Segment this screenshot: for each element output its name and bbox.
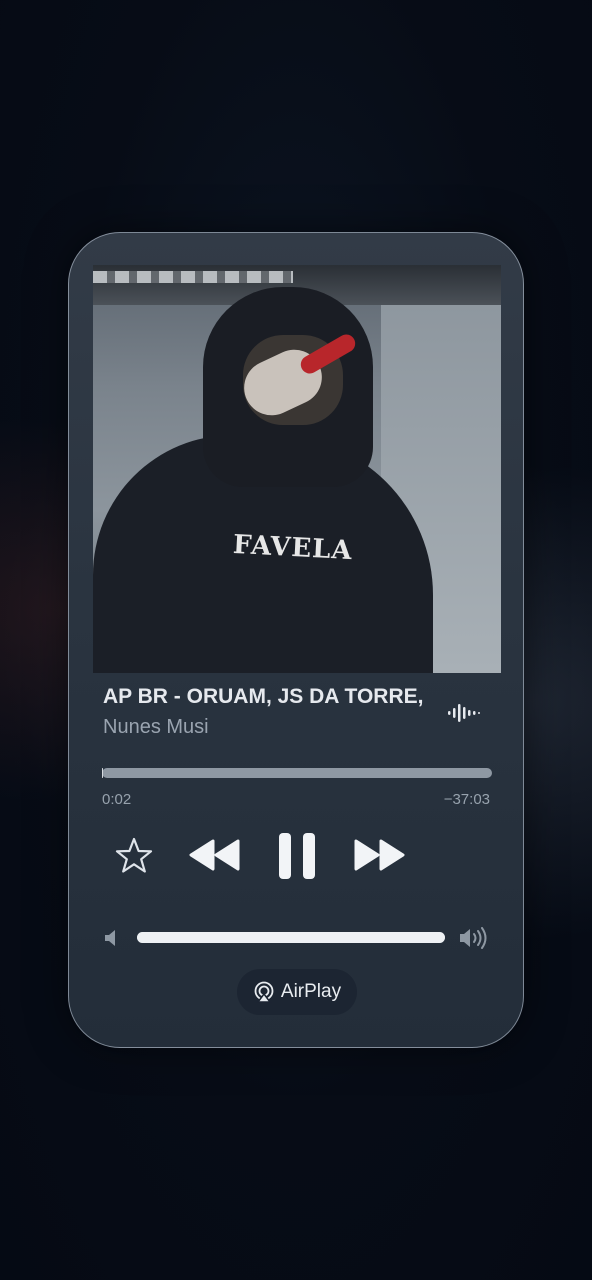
track-title-row: AP BR - ORUAM, JS DA TORRE, <box>103 685 493 715</box>
pause-button[interactable] <box>273 829 321 883</box>
star-icon <box>115 837 153 873</box>
elapsed-time: 0:02 <box>102 791 132 808</box>
now-playing-card: FAVELA AP BR - ORUAM, JS DA TORRE, Nunes… <box>68 232 524 1048</box>
volume-high-icon <box>460 927 487 949</box>
airplay-label: AirPlay <box>280 981 342 1002</box>
airplay-button[interactable]: AirPlay <box>237 969 357 1015</box>
audio-waveform-icon[interactable] <box>447 703 481 723</box>
remaining-time: −37:03 <box>443 791 490 808</box>
volume-slider[interactable] <box>137 932 445 943</box>
airplay-icon <box>254 981 274 1003</box>
progress-slider[interactable] <box>102 768 492 778</box>
volume-low-icon <box>105 930 115 946</box>
volume-fill <box>137 932 445 943</box>
album-artwork: FAVELA <box>93 265 501 673</box>
track-title: AP BR - ORUAM, JS DA TORRE, <box>103 685 424 708</box>
rewind-icon <box>189 839 240 871</box>
favorite-button[interactable] <box>111 833 157 879</box>
track-artist: Nunes Musi <box>103 716 209 738</box>
pause-icon <box>279 833 315 879</box>
artwork-shirt-text: FAVELA <box>232 529 354 567</box>
fast-forward-icon <box>354 839 405 871</box>
fast-forward-button[interactable] <box>349 833 409 877</box>
rewind-button[interactable] <box>185 833 245 877</box>
